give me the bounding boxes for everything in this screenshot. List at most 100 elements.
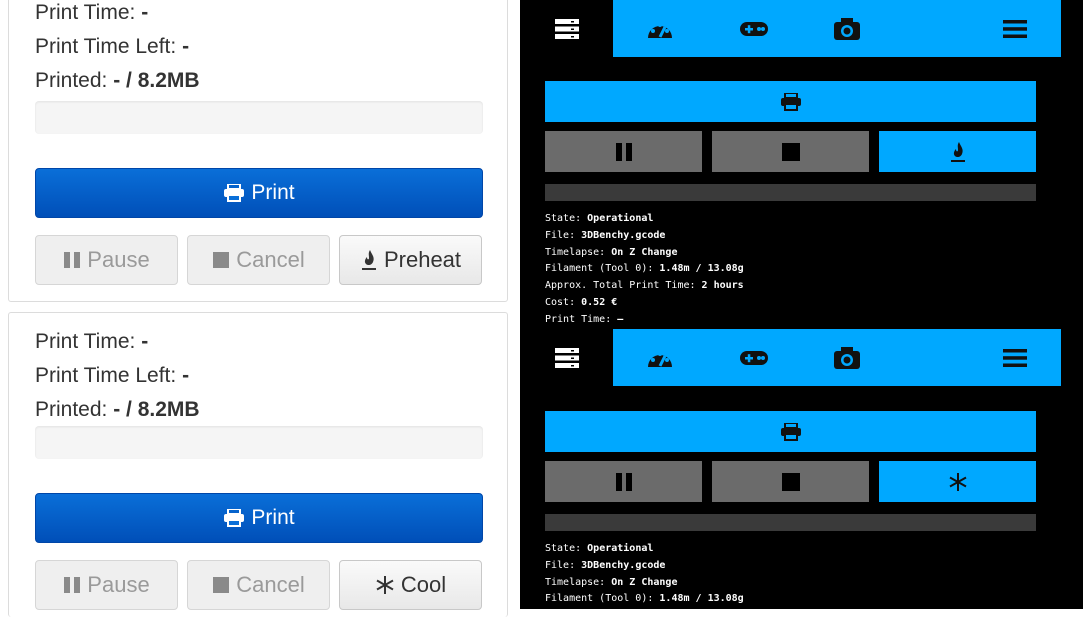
file-row: File: 3DBenchy.gcode [545, 558, 744, 575]
mobile-cancel-button[interactable] [712, 461, 869, 502]
mobile-status-info: State: Operational File: 3DBenchy.gcode … [545, 541, 744, 608]
preheat-label: Preheat [383, 247, 462, 272]
print-time-left-row: Print Time Left: - [35, 364, 189, 388]
filament-label: Filament (Tool 0): [545, 263, 654, 275]
cancel-label: Cancel [236, 247, 305, 272]
tab-webcam[interactable] [817, 0, 877, 57]
print-button[interactable]: Print [35, 168, 483, 218]
preheat-button[interactable]: Preheat [339, 235, 482, 285]
filament-row: Filament (Tool 0): 1.48m / 13.08g [545, 591, 744, 608]
file-value: 3DBenchy.gcode [581, 229, 666, 241]
mobile-pause-button[interactable] [545, 131, 702, 172]
pause-icon [615, 472, 633, 492]
printer-icon [223, 509, 245, 527]
file-label: File: [545, 229, 576, 241]
printed-value: - / 8.2MB [113, 398, 200, 421]
print-time-row: Print Time: - [35, 330, 148, 354]
mobile-preview: State: Operational File: 3DBenchy.gcode … [520, 0, 1083, 609]
print-time-label: Print Time: [545, 313, 612, 325]
print-time-label: Print Time: [35, 330, 136, 353]
print-panel-bottom: Print Time: - Print Time Left: - Printed… [8, 312, 508, 617]
cost-value: 0.52 € [581, 296, 618, 308]
state-value: Operational [587, 543, 654, 554]
tab-menu[interactable] [985, 0, 1045, 57]
cool-button[interactable]: Cool [339, 560, 482, 610]
snowflake-icon [948, 472, 968, 492]
file-row: File: 3DBenchy.gcode [545, 228, 744, 245]
mobile-print-button[interactable] [545, 411, 1036, 452]
print-time-left-value: - [182, 35, 190, 58]
cancel-label: Cancel [236, 572, 305, 597]
mobile-pause-button[interactable] [545, 461, 702, 502]
tab-webcam[interactable] [817, 329, 877, 386]
filament-value: 1.48m / 13.08g [659, 263, 744, 275]
flame-icon [360, 249, 378, 271]
timelapse-row: Timelapse: On Z Change [545, 245, 744, 262]
state-label: State: [545, 213, 582, 224]
print-button-label: Print [251, 506, 295, 529]
gamepad-icon [739, 20, 769, 38]
mobile-print-button[interactable] [545, 81, 1036, 122]
pause-label: Pause [87, 572, 150, 597]
flame-icon [949, 141, 967, 163]
filament-value: 1.48m / 13.08g [659, 593, 744, 605]
approx-time-value: 2 hours [701, 280, 744, 292]
print-time-left-row: Print Time Left: - [35, 35, 189, 59]
dashboard-icon [646, 18, 674, 40]
pause-icon [63, 576, 81, 594]
print-time-row: Print Time: - [35, 1, 148, 25]
print-button-label: Print [251, 181, 295, 204]
state-row: State: Operational [545, 541, 744, 558]
printed-row: Printed: - / 8.2MB [35, 398, 200, 422]
tab-control[interactable] [724, 329, 784, 386]
file-label: File: [545, 559, 576, 571]
timelapse-value: On Z Change [611, 576, 678, 588]
printed-value: - / 8.2MB [113, 69, 200, 92]
snowflake-icon [375, 575, 395, 595]
filament-row: Filament (Tool 0): 1.48m / 13.08g [545, 261, 744, 278]
cancel-button[interactable]: Cancel [187, 560, 330, 610]
print-panel-top: Print Time: - Print Time Left: - Printed… [8, 0, 508, 302]
print-time-value: - [141, 1, 149, 24]
filament-label: Filament (Tool 0): [545, 593, 654, 605]
timelapse-label: Timelapse: [545, 576, 606, 588]
printer-icon [780, 422, 802, 441]
tab-dashboard[interactable] [630, 0, 690, 57]
pause-button[interactable]: Pause [35, 235, 178, 285]
tab-control[interactable] [724, 0, 784, 57]
dashboard-icon [646, 347, 674, 369]
print-time-left-value: - [182, 364, 190, 387]
stop-icon [781, 142, 801, 162]
cancel-button[interactable]: Cancel [187, 235, 330, 285]
tab-files[interactable] [520, 0, 613, 57]
timelapse-value: On Z Change [611, 246, 678, 258]
camera-icon [833, 346, 861, 370]
stop-icon [212, 576, 230, 594]
tab-files[interactable] [520, 329, 613, 386]
printed-row: Printed: - / 8.2MB [35, 69, 200, 93]
files-icon [554, 18, 580, 40]
print-time-left-label: Print Time Left: [35, 35, 177, 58]
mobile-progress-bar [545, 184, 1036, 201]
menu-icon [1003, 19, 1027, 39]
pause-label: Pause [87, 247, 150, 272]
gamepad-icon [739, 349, 769, 367]
cost-row: Cost: 0.52 € [545, 295, 744, 312]
tab-dashboard[interactable] [630, 329, 690, 386]
mobile-preheat-button[interactable] [879, 131, 1036, 172]
tab-menu[interactable] [985, 329, 1045, 386]
pause-button[interactable]: Pause [35, 560, 178, 610]
print-time-value: - [141, 330, 149, 353]
print-button[interactable]: Print [35, 493, 483, 543]
state-row: State: Operational [545, 211, 744, 228]
state-label: State: [545, 543, 582, 554]
cost-label: Cost: [545, 296, 576, 308]
approx-time-row: Approx. Total Print Time: 2 hours [545, 278, 744, 295]
approx-time-label: Approx. Total Print Time: [545, 280, 696, 292]
mobile-cool-button[interactable] [879, 461, 1036, 502]
timelapse-row: Timelapse: On Z Change [545, 575, 744, 592]
mobile-cancel-button[interactable] [712, 131, 869, 172]
printed-label: Printed: [35, 69, 108, 92]
cool-label: Cool [400, 572, 447, 597]
mobile-tabbar-top [520, 0, 1061, 57]
